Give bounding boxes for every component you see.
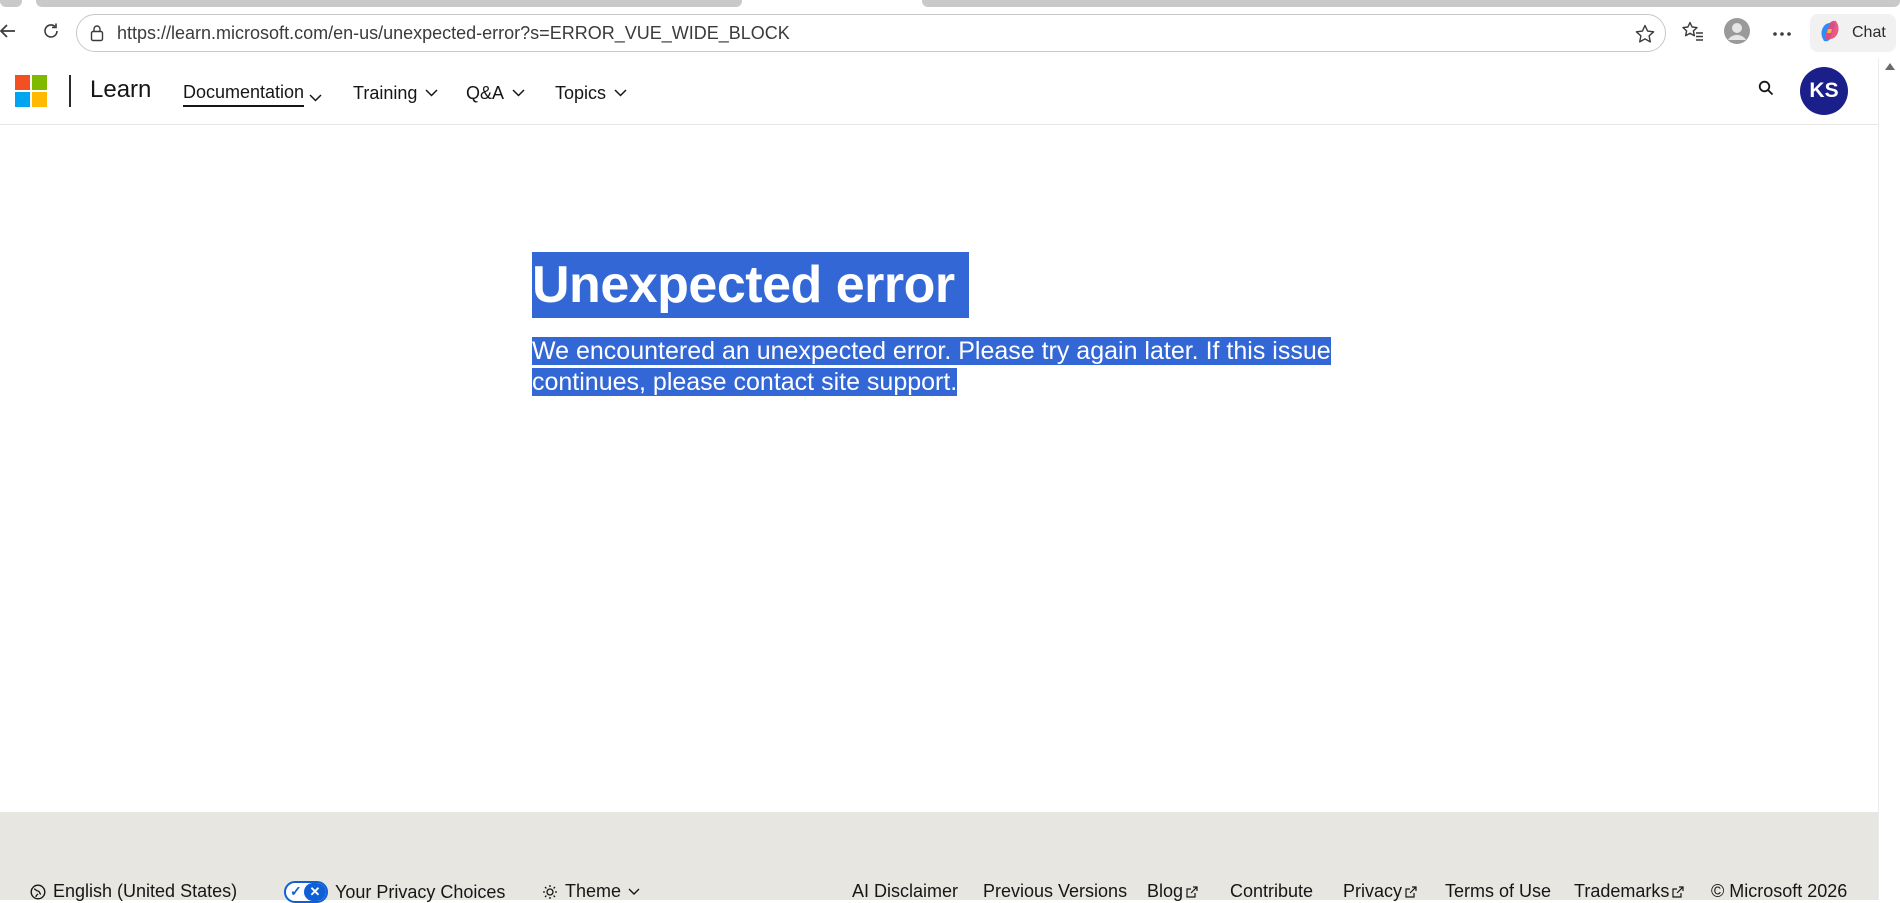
more-button[interactable] bbox=[1766, 17, 1798, 49]
error-title: Unexpected error bbox=[532, 252, 969, 318]
privacy-choices-label: Your Privacy Choices bbox=[335, 881, 506, 902]
language-label: English (United States) bbox=[53, 881, 238, 901]
theme-label: Theme bbox=[565, 881, 622, 901]
chevron-down-icon bbox=[425, 89, 438, 97]
profile-icon bbox=[1723, 17, 1751, 50]
chevron-down-icon bbox=[309, 89, 322, 107]
copilot-icon bbox=[1816, 17, 1844, 50]
page-scrollbar[interactable] bbox=[1878, 58, 1900, 900]
site-footer: English (United States) ✓ ✕ Your Privacy … bbox=[0, 812, 1878, 903]
external-link-icon bbox=[1672, 885, 1684, 898]
footer-link-ai-disclaimer[interactable]: AI Disclaimer bbox=[852, 881, 958, 902]
footer-link-terms-of-use[interactable]: Terms of Use bbox=[1445, 881, 1551, 902]
nav-training[interactable]: Training bbox=[353, 79, 438, 107]
error-message: We encountered an unexpected error. Plea… bbox=[532, 336, 1332, 398]
footer-copyright: © Microsoft 2026 bbox=[1711, 881, 1847, 902]
link-label: Blog bbox=[1147, 881, 1184, 901]
site-header: Learn Documentation Training Q&A Topics … bbox=[0, 58, 1878, 125]
footer-link-blog[interactable]: Blog bbox=[1147, 881, 1198, 902]
browser-tab[interactable] bbox=[922, 0, 1900, 7]
refresh-button[interactable] bbox=[35, 17, 67, 49]
error-message-text: We encountered an unexpected error. Plea… bbox=[532, 337, 1331, 396]
copyright-text: © Microsoft 2026 bbox=[1711, 881, 1848, 901]
link-label: AI Disclaimer bbox=[852, 881, 959, 901]
nav-label: Training bbox=[353, 82, 418, 103]
browser-tabstrip bbox=[0, 0, 1900, 8]
scroll-up-arrow-icon[interactable] bbox=[1885, 63, 1895, 70]
chevron-down-icon bbox=[614, 89, 627, 97]
search-button[interactable] bbox=[1752, 76, 1780, 104]
link-label: Terms of Use bbox=[1445, 881, 1552, 901]
nav-label: Topics bbox=[555, 82, 607, 103]
chevron-down-icon bbox=[628, 888, 640, 896]
footer-link-contribute[interactable]: Contribute bbox=[1230, 881, 1313, 902]
back-arrow-icon bbox=[0, 21, 18, 46]
external-link-icon bbox=[1186, 885, 1198, 898]
address-url[interactable]: https://learn.microsoft.com/en-us/unexpe… bbox=[117, 23, 790, 44]
link-label: Trademarks bbox=[1574, 881, 1670, 901]
copilot-chat-button[interactable]: Chat bbox=[1810, 14, 1896, 52]
back-button[interactable] bbox=[0, 17, 24, 49]
external-link-icon bbox=[1405, 885, 1417, 898]
brand-learn-link[interactable]: Learn bbox=[90, 76, 151, 104]
footer-link-previous-versions[interactable]: Previous Versions bbox=[983, 881, 1127, 902]
chevron-down-icon bbox=[512, 89, 525, 97]
link-label: Contribute bbox=[1230, 881, 1314, 901]
browser-toolbar: https://learn.microsoft.com/en-us/unexpe… bbox=[0, 8, 1900, 58]
theme-selector[interactable]: Theme bbox=[542, 881, 640, 902]
nav-documentation[interactable]: Documentation bbox=[183, 79, 305, 107]
favorites-button[interactable] bbox=[1677, 17, 1709, 49]
nav-label: Documentation bbox=[183, 81, 305, 102]
error-content: Unexpected error We encountered an unexp… bbox=[532, 252, 1432, 398]
footer-link-trademarks[interactable]: Trademarks bbox=[1574, 881, 1684, 902]
header-divider bbox=[69, 75, 71, 107]
sun-icon bbox=[542, 884, 558, 900]
lock-icon[interactable] bbox=[87, 23, 107, 43]
tab-edge[interactable] bbox=[0, 0, 22, 7]
search-icon bbox=[1758, 80, 1774, 101]
link-label: Privacy bbox=[1343, 881, 1403, 901]
favorites-icon bbox=[1681, 20, 1705, 47]
globe-icon bbox=[30, 883, 46, 900]
chat-label: Chat bbox=[1852, 24, 1886, 41]
microsoft-logo-icon[interactable] bbox=[15, 75, 47, 107]
nav-label: Q&A bbox=[466, 82, 505, 103]
nav-topics[interactable]: Topics bbox=[555, 79, 627, 107]
footer-link-privacy[interactable]: Privacy bbox=[1343, 881, 1417, 902]
refresh-icon bbox=[41, 21, 61, 46]
star-icon[interactable] bbox=[1633, 22, 1657, 46]
address-bar[interactable]: https://learn.microsoft.com/en-us/unexpe… bbox=[76, 14, 1666, 52]
link-label: Previous Versions bbox=[983, 881, 1128, 901]
user-avatar[interactable]: KS bbox=[1800, 67, 1848, 115]
more-icon bbox=[1772, 24, 1792, 42]
language-selector[interactable]: English (United States) bbox=[30, 881, 237, 902]
profile-button[interactable] bbox=[1721, 17, 1753, 49]
browser-tab[interactable] bbox=[36, 0, 742, 7]
nav-qa[interactable]: Q&A bbox=[466, 79, 525, 107]
